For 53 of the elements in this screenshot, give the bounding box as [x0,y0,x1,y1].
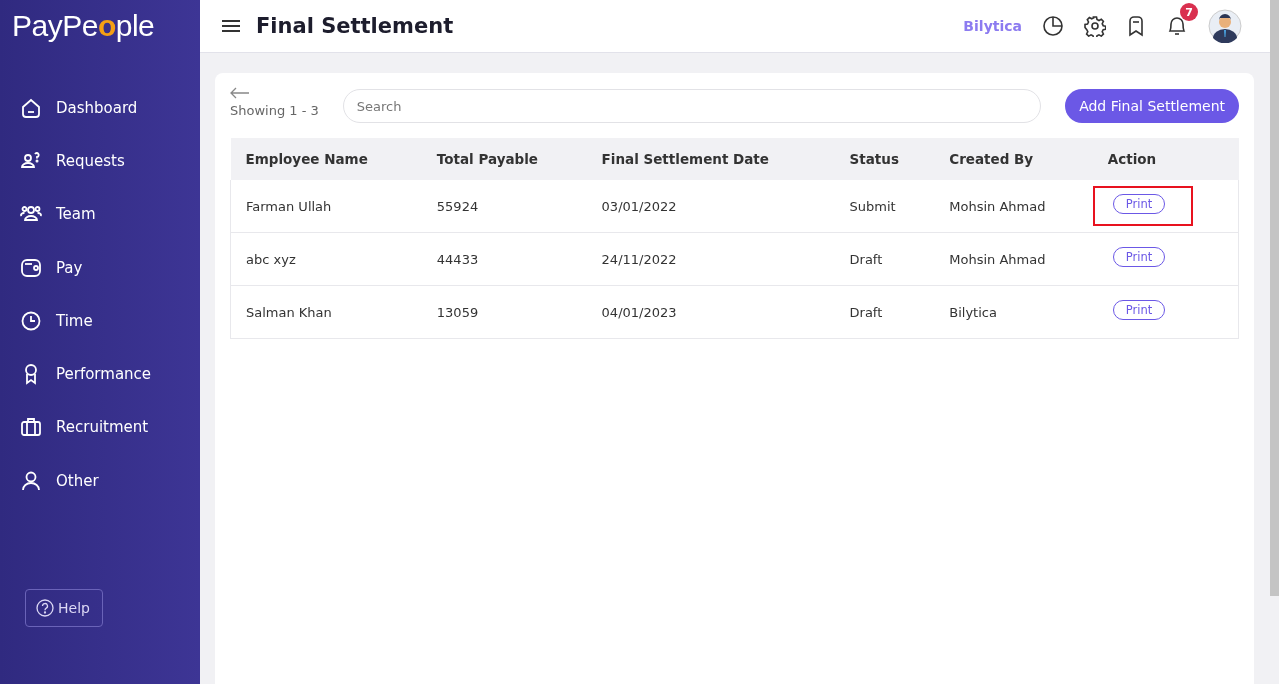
bookmark-icon[interactable] [1126,15,1146,37]
table-cell: Draft [834,232,935,286]
table-cell: 55924 [421,180,587,233]
print-button[interactable]: Print [1112,194,1166,214]
add-final-settlement-button[interactable]: Add Final Settlement [1065,89,1239,123]
print-button[interactable]: Print [1112,247,1166,267]
home-icon [20,96,42,119]
nav-item[interactable]: Team [0,187,200,241]
table-cell: abc xyz [230,232,422,286]
table-cell: 44433 [421,232,587,286]
nav-item[interactable]: Requests [0,134,200,188]
nav-item[interactable]: Recruitment [0,400,200,455]
column-header: Employee Name [230,138,422,180]
notification-badge: 7 [1180,3,1198,21]
table-cell: Draft [834,285,935,339]
search-field[interactable]: Search [342,89,1042,123]
table-cell: Mohsin Ahmad [934,180,1093,233]
logo: PayPeople [11,8,156,44]
question-icon [36,599,54,618]
clock-icon [20,309,42,332]
help-button[interactable]: Help [25,589,103,628]
nav-item[interactable]: Pay [0,240,200,295]
briefcase-icon [20,416,42,439]
table-cell: Salman Khan [230,285,422,339]
nav-item[interactable]: Other [0,454,200,508]
table-cell: 03/01/2022 [586,180,835,233]
column-header: Action [1092,138,1239,180]
bell-icon[interactable] [1166,15,1188,37]
settings-icon[interactable] [1084,15,1106,37]
print-button[interactable]: Print [1112,300,1166,320]
pie-chart-icon[interactable] [1042,15,1064,37]
nav-item[interactable]: Performance [0,347,200,401]
scrollbar[interactable] [1270,0,1279,596]
user-icon [20,469,42,492]
table-cell: Submit [834,180,935,233]
page-title: Final Settlement [256,14,454,38]
column-header: Final Settlement Date [586,138,835,180]
table-cell: Bilytica [934,285,1093,339]
table-cell: 13059 [421,285,587,339]
column-header: Created By [934,138,1093,180]
table-cell: 24/11/2022 [586,232,835,286]
column-header: Total Payable [421,138,587,180]
column-header: Status [834,138,935,180]
wallet-icon [20,256,42,279]
menu-icon[interactable] [222,20,240,32]
nav-item[interactable]: Time [0,294,200,348]
nav-item[interactable]: Dashboard [0,81,200,135]
table-cell: 04/01/2023 [586,285,835,339]
back-arrow-icon[interactable] [230,86,250,99]
showing-count: Showing 1 - 3 [230,102,319,118]
table-cell: Farman Ullah [230,180,422,233]
table-cell: Mohsin Ahmad [934,232,1093,286]
avatar[interactable] [1208,9,1242,43]
